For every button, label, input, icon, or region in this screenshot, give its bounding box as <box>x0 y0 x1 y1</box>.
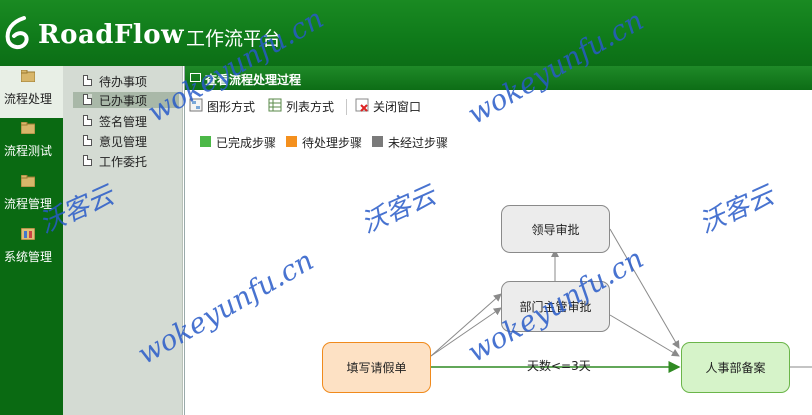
node-label: 部门主管审批 <box>519 300 592 314</box>
document-icon <box>83 75 92 86</box>
graph-view-label: 图形方式 <box>207 100 256 114</box>
flow-node-fill-leave-form[interactable]: 填写请假单 <box>322 342 431 393</box>
sub-item-label: 意见管理 <box>99 135 148 149</box>
document-icon <box>83 135 92 146</box>
panel-title-bar: 查看流程处理过程 <box>185 66 812 90</box>
node-label: 填写请假单 <box>346 361 407 375</box>
close-window-label: 关闭窗口 <box>373 100 422 114</box>
panel-title: 查看流程处理过程 <box>205 73 302 87</box>
table-icon <box>268 98 282 112</box>
nav-item-label: 流程管理 <box>4 197 53 211</box>
sub-item-opinion[interactable]: 意见管理 <box>73 133 179 149</box>
graph-view-button[interactable]: 图形方式 <box>189 95 261 117</box>
arrow-apply-dept <box>430 307 502 357</box>
legend-label: 未经过步骤 <box>388 136 449 150</box>
graph-icon <box>189 98 203 112</box>
flow-node-leader-approval[interactable]: 领导审批 <box>501 205 610 253</box>
system-icon <box>21 228 35 240</box>
arrow-dept-hr <box>609 314 680 357</box>
sub-item-todo[interactable]: 待办事项 <box>73 73 179 89</box>
sub-item-label: 工作委托 <box>99 155 148 169</box>
sub-item-done[interactable]: 已办事项 <box>73 92 179 108</box>
sub-item-signature[interactable]: 签名管理 <box>73 113 179 129</box>
condition-label: 天数<=3天 <box>527 359 591 373</box>
brand-name: RoadFlow <box>38 20 185 50</box>
nav-item-manage[interactable]: 流程管理 <box>0 171 63 223</box>
list-view-button[interactable]: 列表方式 <box>268 95 340 117</box>
legend-label: 待处理步骤 <box>302 136 363 150</box>
nav-item-label: 流程处理 <box>4 92 53 106</box>
nav-item-test[interactable]: 流程测试 <box>0 118 63 170</box>
app-header: RoadFlow 工作流平台 <box>0 0 812 66</box>
arrow-apply-leader <box>430 293 502 357</box>
node-label: 领导审批 <box>531 222 580 237</box>
flow-node-hr-record[interactable]: 人事部备案 <box>681 342 790 393</box>
flow-node-dept-approval[interactable]: 部门主管审批 <box>501 281 610 332</box>
toolbar: 图形方式 列表方式 关闭窗口 <box>185 95 812 119</box>
sub-item-label: 待办事项 <box>99 75 148 89</box>
document-icon <box>83 115 92 126</box>
folder-icon <box>21 70 35 82</box>
close-window-icon <box>355 98 369 112</box>
node-label: 人事部备案 <box>705 361 766 375</box>
legend-swatch-pending <box>286 136 297 147</box>
step-legend: 已完成步骤 待处理步骤 未经过步骤 <box>185 134 812 150</box>
sub-item-delegate[interactable]: 工作委托 <box>73 153 179 169</box>
nav-item-label: 流程测试 <box>4 144 53 158</box>
nav-item-process[interactable]: 流程处理 <box>0 66 63 118</box>
document-icon <box>83 155 92 166</box>
platform-title: 工作流平台 <box>186 28 282 50</box>
list-view-label: 列表方式 <box>286 100 335 114</box>
roadflow-logo-icon <box>5 16 29 49</box>
sub-item-label: 已办事项 <box>99 94 148 108</box>
folder-icon <box>21 175 35 187</box>
document-icon <box>83 94 92 105</box>
legend-swatch-completed <box>200 136 211 147</box>
main-nav: 流程处理 流程测试 流程管理 系统管理 <box>0 66 63 415</box>
sub-menu: 待办事项 已办事项 签名管理 意见管理 工作委托 <box>63 66 183 415</box>
nav-item-system[interactable]: 系统管理 <box>0 224 63 276</box>
sub-item-label: 签名管理 <box>99 115 148 129</box>
flow-process-panel: 查看流程处理过程 图形方式 列表方式 关闭窗口 已完成步骤 待处理步骤 未经过步… <box>184 66 812 415</box>
toolbar-divider <box>346 99 347 115</box>
close-window-button[interactable]: 关闭窗口 <box>355 95 427 117</box>
flow-canvas: 领导审批 部门主管审批 填写请假单 人事部备案 天数<=3天 <box>185 160 812 415</box>
arrow-leader-hr <box>609 228 680 349</box>
legend-label: 已完成步骤 <box>216 136 277 150</box>
folder-icon <box>21 122 35 134</box>
legend-swatch-not-passed <box>372 136 383 147</box>
window-icon <box>190 73 201 82</box>
nav-item-label: 系统管理 <box>4 250 53 264</box>
